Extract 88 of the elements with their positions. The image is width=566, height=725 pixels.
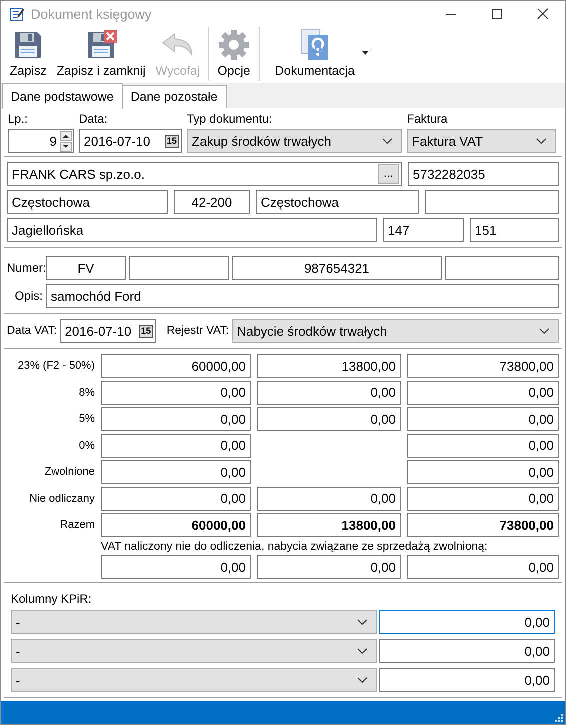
field-label: Lp.: [8, 112, 30, 126]
net-amount-field[interactable]: 0,00 [101, 460, 251, 484]
gross-amount-field[interactable]: 0,00 [407, 380, 559, 405]
gross-amount-field[interactable]: 0,00 [407, 486, 559, 511]
postal-code-field[interactable]: 42-200 [174, 190, 250, 214]
net-amount-field[interactable]: 0,00 [101, 434, 251, 458]
maximize-icon[interactable] [491, 8, 503, 20]
rate-label: Nie odliczany [28, 492, 95, 505]
document-type-dropdown[interactable]: Zakup środków trwałych [187, 129, 402, 154]
toolbar-button[interactable]: Dokumentacja [263, 27, 373, 82]
net-amount-field[interactable]: 60000,00 [101, 513, 251, 538]
field-label: Numer: [7, 261, 43, 276]
vat-amount-field[interactable]: 13800,00 [257, 513, 401, 538]
rate-label: Razem [59, 519, 95, 532]
close-icon[interactable] [537, 8, 549, 20]
chevron-down-icon [382, 138, 393, 145]
document-number-field[interactable]: 987654321 [232, 256, 442, 280]
vat-amount-field[interactable]: 13800,00 [257, 354, 401, 378]
field-label: Rejestr VAT: [166, 325, 230, 338]
house-number-field[interactable]: 147 [383, 218, 464, 242]
chevron-down-icon [539, 328, 550, 335]
toolbar-button[interactable]: Zapisz i zamknij [52, 27, 151, 82]
vat-date-field[interactable]: 2016-07-10 15 [60, 319, 156, 344]
exempt-note: VAT naliczony nie do odliczenia, nabycia związane ze sprzedażą zwolnioną: [101, 540, 489, 553]
gross-amount-field[interactable]: 0,00 [407, 407, 559, 432]
rate-label: 8% [78, 386, 95, 399]
invoice-type-dropdown[interactable]: Faktura VAT [407, 129, 556, 154]
net-amount-field[interactable]: 60000,00 [101, 354, 251, 378]
kpir-column-dropdown[interactable]: - [11, 610, 377, 634]
description-field[interactable]: samochód Ford [46, 284, 559, 308]
rate-label: 5% [78, 413, 95, 426]
net-amount-field[interactable]: 0,00 [101, 407, 251, 432]
gross-amount-field[interactable]: 73800,00 [407, 513, 559, 538]
amount-field[interactable]: 0,00 [379, 610, 555, 634]
gross-amount-field[interactable]: 0,00 [407, 555, 559, 580]
rate-label: Zwolnione [44, 466, 95, 478]
vat-amount-field[interactable]: 0,00 [257, 555, 401, 580]
calendar-button[interactable]: 15 [139, 324, 154, 338]
toolbar-button[interactable]: Zapisz [5, 27, 52, 82]
city-field[interactable]: Częstochowa [7, 190, 168, 214]
document-series-field[interactable]: FV [46, 256, 126, 280]
flat-number-field[interactable]: 151 [470, 218, 559, 242]
resize-grip-icon[interactable] [555, 714, 563, 722]
field-label: Opis: [14, 289, 43, 304]
spin-down-icon[interactable] [60, 142, 72, 152]
chevron-down-icon [357, 618, 368, 626]
date-field[interactable]: 2016-07-10 15 [79, 129, 182, 154]
rate-label: 23% (F2 - 50%) [16, 360, 95, 372]
spin-up-icon[interactable] [60, 130, 72, 141]
document-number-field[interactable] [129, 256, 229, 280]
gross-amount-field[interactable]: 0,00 [407, 460, 559, 484]
field-label: Typ dokumentu: [187, 112, 274, 126]
document-number-field[interactable] [445, 256, 559, 280]
toolbar-button[interactable]: Opcje [212, 27, 256, 82]
chevron-down-icon [357, 676, 368, 684]
amount-field[interactable]: 0,00 [379, 668, 555, 692]
vat-register-dropdown[interactable]: Nabycie środków trwałych [232, 319, 559, 344]
chevron-down-icon [536, 138, 547, 145]
vat-amount-field[interactable]: 0,00 [257, 407, 401, 432]
gross-amount-field[interactable]: 0,00 [407, 434, 559, 458]
gross-amount-field[interactable]: 73800,00 [407, 354, 559, 378]
kpir-column-dropdown[interactable]: - [11, 668, 377, 692]
rate-label: 0% [78, 440, 95, 452]
window-title: Dokument księgowy [31, 6, 152, 22]
net-amount-field[interactable]: 0,00 [101, 380, 251, 405]
browse-button[interactable]: ... [378, 164, 399, 184]
calendar-button[interactable]: 15 [164, 134, 179, 148]
field-label: Faktura [407, 112, 449, 126]
notepad-icon [9, 6, 25, 22]
section-label: Kolumny KPiR: [11, 592, 92, 606]
contractor-name-field[interactable]: FRANK CARS sp.zo.o. ... [7, 162, 402, 186]
net-amount-field[interactable]: 0,00 [101, 555, 251, 580]
net-amount-field[interactable]: 0,00 [101, 486, 251, 511]
tab[interactable]: Dane pozostałe [122, 85, 227, 108]
kpir-column-dropdown[interactable]: - [11, 639, 377, 664]
amount-field[interactable]: 0,00 [379, 639, 555, 664]
chevron-down-icon [357, 648, 368, 655]
number-spinner[interactable]: 9 [8, 129, 74, 154]
post-office-field[interactable]: Częstochowa [256, 190, 419, 214]
vat-amount-field[interactable]: 0,00 [257, 486, 401, 511]
tab[interactable]: Dane podstawowe [2, 83, 123, 110]
country-field[interactable] [425, 190, 559, 214]
field-label: Data VAT: [7, 325, 58, 338]
gear-icon [217, 28, 252, 61]
tax-id-field[interactable]: 5732282035 [408, 162, 559, 186]
street-field[interactable]: Jagiellońska [7, 218, 377, 242]
vat-amount-field[interactable]: 0,00 [257, 380, 401, 405]
field-label: Data: [79, 112, 109, 126]
